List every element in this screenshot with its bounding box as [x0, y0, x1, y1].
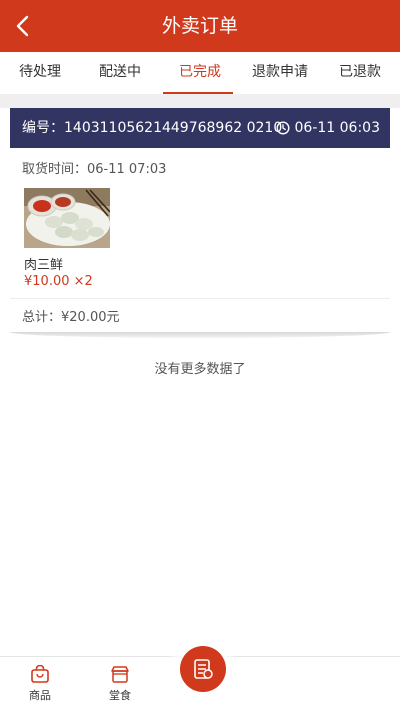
- page-title: 外卖订单: [161, 15, 238, 37]
- card-shadow-edge: [10, 332, 390, 338]
- order-number: 编号：14031105621449768962 0210: [22, 120, 283, 136]
- clock-icon: [276, 121, 290, 135]
- pickup-time: 取货时间：06-11 07:03: [22, 162, 167, 177]
- dumpling-food-image: [24, 188, 110, 248]
- order-time-text: 06-11 06:03: [294, 120, 380, 136]
- divider: [10, 298, 390, 299]
- receipt-icon: [194, 659, 213, 679]
- list-background: [0, 94, 400, 108]
- order-card-header: 编号：14031105621449768962 0210 06-11 06:03: [10, 108, 390, 148]
- bag-icon: [31, 665, 49, 683]
- order-status-tabs: 待处理 配送中 已完成 退款申请 已退款: [0, 52, 400, 94]
- tab-completed[interactable]: 已完成: [160, 52, 240, 94]
- tab-pending[interactable]: 待处理: [0, 52, 80, 94]
- order-time: 06-11 06:03: [276, 108, 380, 148]
- order-card[interactable]: 编号：14031105621449768962 0210 06-11 06:03…: [10, 108, 390, 334]
- nav-dine-in-label: 堂食: [109, 689, 131, 702]
- nav-dine-in[interactable]: 堂食: [80, 657, 160, 711]
- item-name: 肉三鲜: [24, 258, 64, 273]
- order-total: 总计：¥20.00元: [22, 310, 120, 325]
- item-price: ¥10.00 ×2: [24, 274, 93, 289]
- center-action-button[interactable]: [180, 646, 226, 692]
- app-header: 外卖订单: [0, 0, 400, 52]
- nav-products[interactable]: 商品: [0, 657, 80, 711]
- nav-products-label: 商品: [29, 689, 51, 702]
- tab-delivering[interactable]: 配送中: [80, 52, 160, 94]
- store-icon: [111, 666, 129, 683]
- end-of-list-message: 没有更多数据了: [154, 362, 246, 377]
- tab-refund-request[interactable]: 退款申请: [240, 52, 320, 94]
- tab-refunded[interactable]: 已退款: [320, 52, 400, 94]
